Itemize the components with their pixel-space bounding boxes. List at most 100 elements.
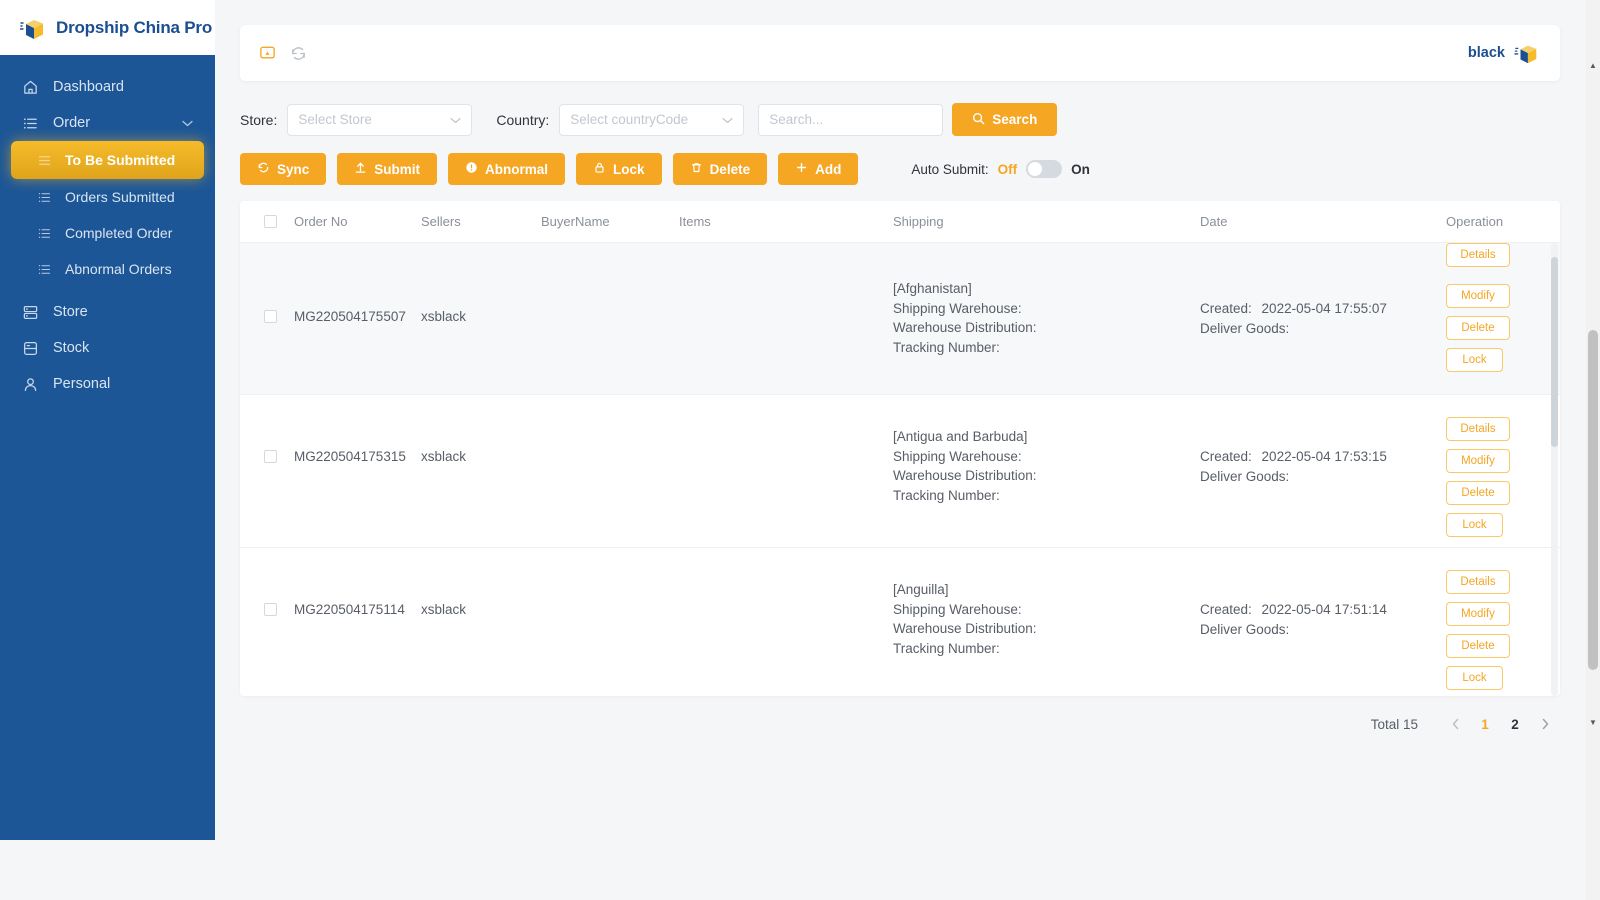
created-line: Created: 2022-05-04 17:55:07 <box>1200 299 1430 319</box>
abnormal-button[interactable]: Abnormal <box>448 153 566 185</box>
auto-submit-toggle[interactable] <box>1026 160 1063 178</box>
lock-button-label: Lock <box>613 161 645 177</box>
column-header-buyer-name[interactable]: BuyerName <box>541 214 679 229</box>
column-header-date[interactable]: Date <box>1200 214 1430 229</box>
delete-button-label: Delete <box>709 161 751 177</box>
abnormal-button-label: Abnormal <box>485 161 549 177</box>
deliver-label: Deliver Goods: <box>1200 468 1290 484</box>
lock-row-button[interactable]: Lock <box>1446 666 1503 690</box>
store-label: Store: <box>240 111 278 128</box>
cell-sellers: xsblack <box>421 309 467 324</box>
sidebar-item-to-be-submitted[interactable]: To Be Submitted <box>11 141 204 179</box>
delete-row-button[interactable]: Delete <box>1446 316 1510 340</box>
browser-scrollbar-thumb[interactable] <box>1588 330 1598 670</box>
delete-row-button[interactable]: Delete <box>1446 634 1510 658</box>
details-button[interactable]: Details <box>1446 570 1510 594</box>
sidebar-item-stock[interactable]: Stock <box>0 330 215 366</box>
page-1-button[interactable]: 1 <box>1470 710 1500 738</box>
warehouse-distribution: Warehouse Distribution: <box>893 468 1037 483</box>
page-2-button[interactable]: 2 <box>1500 710 1530 738</box>
shipping-country: [Anguilla] <box>893 582 949 597</box>
store-select-value: Select Store <box>298 112 372 127</box>
sidebar-item-completed-order[interactable]: Completed Order <box>0 215 215 251</box>
row-checkbox[interactable] <box>263 450 277 463</box>
deliver-label: Deliver Goods: <box>1200 621 1290 637</box>
box-package-icon <box>19 15 48 41</box>
table-row[interactable]: MG220504175315 xsblack [Antigua and Barb… <box>240 395 1560 548</box>
table-scrollbar-thumb[interactable] <box>1551 257 1558 447</box>
table-body: Details MG220504175507 xsblack [Afghanis… <box>240 243 1560 696</box>
sidebar-item-abnormal-orders[interactable]: Abnormal Orders <box>0 251 215 287</box>
country-select[interactable]: Select countryCode <box>559 103 745 136</box>
lock-button[interactable]: Lock <box>576 153 662 185</box>
lock-row-button[interactable]: Lock <box>1446 513 1503 537</box>
sync-button[interactable]: Sync <box>240 153 327 185</box>
select-all-cell <box>246 215 294 228</box>
created-label: Created: <box>1200 449 1252 464</box>
brand-logo[interactable]: Dropship China Pro <box>0 0 215 55</box>
lock-row-button[interactable]: Lock <box>1446 348 1503 372</box>
avatar <box>1514 40 1540 66</box>
sidebar-item-store[interactable]: Store <box>0 294 215 330</box>
username-label: black <box>1467 45 1505 61</box>
table-row[interactable]: Details <box>240 243 1560 268</box>
sidebar-item-order[interactable]: Order <box>0 105 215 141</box>
list-icon <box>36 189 53 206</box>
table-row[interactable]: MG220504175507 xsblack [Afghanistan] Shi… <box>240 268 1560 395</box>
browser-scrollbar[interactable]: ▲ ▼ <box>1586 0 1600 900</box>
cell-order-no: MG220504175507 <box>294 309 406 324</box>
column-header-items[interactable]: Items <box>679 214 893 229</box>
row-checkbox[interactable] <box>263 310 277 323</box>
topbar-left-icons <box>258 44 308 63</box>
created-label: Created: <box>1200 301 1252 316</box>
shipping-country: [Afghanistan] <box>893 281 972 296</box>
column-header-shipping[interactable]: Shipping <box>893 214 1200 229</box>
cell-shipping: [Antigua and Barbuda] Shipping Warehouse… <box>893 395 1200 505</box>
sidebar-item-orders-submitted[interactable]: Orders Submitted <box>0 179 215 215</box>
delete-button[interactable]: Delete <box>672 153 768 185</box>
pagination: Total 15 1 2 <box>240 710 1560 738</box>
topbar: black <box>240 25 1560 81</box>
sidebar-item-dashboard[interactable]: Dashboard <box>0 69 215 105</box>
orders-table: Order No Sellers BuyerName Items Shippin… <box>240 201 1560 696</box>
chevron-right-icon[interactable] <box>1530 710 1560 738</box>
scrollbar-up-arrow[interactable]: ▲ <box>1586 58 1600 72</box>
store-select[interactable]: Select Store <box>287 103 473 136</box>
delete-row-button[interactable]: Delete <box>1446 481 1510 505</box>
column-header-operation[interactable]: Operation <box>1430 214 1560 229</box>
details-button[interactable]: Details <box>1446 417 1510 441</box>
submit-button-label: Submit <box>374 161 421 177</box>
search-button[interactable]: Search <box>952 103 1058 136</box>
cell-sellers: xsblack <box>421 449 467 464</box>
submit-button[interactable]: Submit <box>337 153 438 185</box>
shipping-country: [Antigua and Barbuda] <box>893 429 1028 444</box>
modify-button[interactable]: Modify <box>1446 284 1510 308</box>
chevron-left-icon[interactable] <box>1440 710 1470 738</box>
details-button[interactable]: Details <box>1446 243 1510 267</box>
sidebar-item-label: Order <box>53 115 91 131</box>
table-scrollbar-track[interactable] <box>1551 243 1558 696</box>
alert-icon <box>465 161 478 177</box>
modify-button[interactable]: Modify <box>1446 602 1510 626</box>
table-row[interactable]: MG220504175114 xsblack [Anguilla] Shippi… <box>240 548 1560 696</box>
total-count-label: Total 15 <box>1370 716 1418 732</box>
search-button-label: Search <box>992 112 1038 127</box>
select-all-checkbox[interactable] <box>263 215 277 228</box>
user-menu[interactable]: black <box>1468 40 1540 66</box>
list-icon <box>36 261 53 278</box>
column-header-sellers[interactable]: Sellers <box>421 214 541 229</box>
sidebar-item-label: Stock <box>53 340 90 356</box>
scrollbar-down-arrow[interactable]: ▼ <box>1586 715 1600 729</box>
created-value: 2022-05-04 17:53:15 <box>1261 449 1387 464</box>
modify-button[interactable]: Modify <box>1446 449 1510 473</box>
add-button-label: Add <box>815 161 842 177</box>
row-checkbox[interactable] <box>263 603 277 616</box>
search-input[interactable] <box>758 103 944 136</box>
screen-cast-icon[interactable] <box>258 44 277 63</box>
column-header-order-no[interactable]: Order No <box>294 214 421 229</box>
sidebar-item-personal[interactable]: Personal <box>0 366 215 402</box>
add-button[interactable]: Add <box>778 153 859 185</box>
auto-submit-on-label: On <box>1071 161 1090 177</box>
refresh-icon[interactable] <box>289 44 308 63</box>
